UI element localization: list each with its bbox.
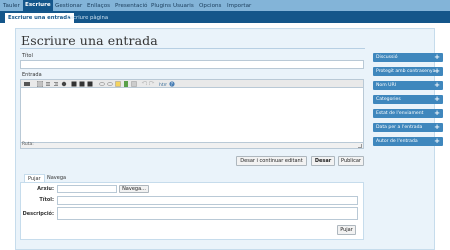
panel-label: Data per a l'entrada (376, 125, 423, 130)
entry-label: Entrada (22, 72, 42, 78)
bold-icon[interactable] (24, 81, 30, 87)
description-input[interactable] (57, 207, 358, 220)
expand-icon[interactable]: + (434, 109, 440, 117)
publish-button[interactable]: Publicar (338, 156, 364, 166)
top-nav: Tauler Escriure Gestionar Enllaços Prese… (0, 0, 450, 11)
panel-label: Estat de l'enviament (376, 111, 424, 116)
post-title-input[interactable] (20, 60, 364, 69)
svg-text:html: html (159, 82, 167, 87)
svg-text:?: ? (171, 82, 173, 87)
nav-item-enllacos[interactable]: Enllaços (85, 1, 112, 11)
code-icon[interactable]: html (159, 81, 167, 87)
expand-icon[interactable]: + (434, 81, 440, 89)
undo-icon[interactable] (141, 81, 147, 87)
bullet-list-icon[interactable] (37, 81, 43, 87)
browse-button[interactable]: Navega... (119, 185, 149, 193)
save-continue-button[interactable]: Desar i continuar editant (236, 156, 307, 166)
panel-label: Categories (376, 97, 401, 102)
blockquote-icon[interactable] (53, 81, 59, 87)
sub-nav: Escriure una entrada Escriure pàgina (0, 11, 450, 23)
resize-handle[interactable] (358, 144, 362, 148)
panel-label: Nom URI (376, 83, 397, 88)
panel-data-entrada[interactable]: Data per a l'entrada + (373, 123, 443, 132)
file-input[interactable] (57, 185, 117, 193)
nav-item-tauler[interactable]: Tauler (1, 1, 22, 11)
title-divider (20, 48, 365, 49)
expand-icon[interactable]: + (434, 137, 440, 145)
tab-navega-totes[interactable]: Navega totes (44, 174, 69, 189)
link-icon[interactable] (99, 81, 105, 87)
panel-estat-enviament[interactable]: Estat de l'enviament + (373, 109, 443, 118)
panel-label: Discussió (376, 55, 398, 60)
redo-icon[interactable] (149, 81, 155, 87)
editor-path-bar: Ruta: (20, 142, 364, 149)
align-left-icon[interactable] (71, 81, 77, 87)
align-center-icon[interactable] (79, 81, 85, 87)
nav-item-gestionar[interactable]: Gestionar (53, 1, 84, 11)
nav-item-presentacio[interactable]: Presentació (113, 1, 149, 11)
panel-autor-entrada[interactable]: Autor de l'entrada + (373, 137, 443, 146)
upload-button[interactable]: Pujar (337, 225, 356, 235)
nav-item-plugins[interactable]: Plugins (149, 1, 173, 11)
align-right-icon[interactable] (87, 81, 93, 87)
upload-title-input[interactable] (57, 196, 358, 205)
nav-item-escriure[interactable]: Escriure (23, 0, 53, 11)
expand-icon[interactable]: + (434, 67, 440, 75)
panel-discussio[interactable]: Discussió + (373, 53, 443, 62)
panel-categories[interactable]: Categories + (373, 95, 443, 104)
expand-icon[interactable]: + (434, 53, 440, 61)
description-label: Descripció: (22, 211, 54, 217)
panel-label: Autor de l'entrada (376, 139, 418, 144)
nav-item-importar[interactable]: Importar (225, 1, 253, 11)
expand-icon[interactable]: + (434, 95, 440, 103)
panel-protegit[interactable]: Protegit amb contrasenya + (373, 67, 443, 76)
strikethrough-icon[interactable] (61, 81, 67, 87)
path-label: Ruta: (22, 142, 34, 147)
unlink-icon[interactable] (107, 81, 113, 87)
editor-toolbar: html ? (20, 79, 364, 88)
numbered-list-icon[interactable] (45, 81, 51, 87)
nav-item-usuaris[interactable]: Usuaris (171, 1, 196, 11)
entry-editor[interactable] (20, 88, 364, 143)
subnav-item-escriure-pagina[interactable]: Escriure pàgina (64, 13, 111, 23)
more-tag-icon[interactable] (123, 81, 129, 87)
upload-title-label: Títol: (39, 197, 54, 203)
spellcheck-icon[interactable] (131, 81, 137, 87)
expand-icon[interactable]: + (434, 123, 440, 131)
nav-item-opcions[interactable]: Opcions (197, 1, 223, 11)
file-label: Arxiu: (37, 186, 54, 192)
panel-label: Protegit amb contrasenya (376, 69, 436, 74)
page-title: Escriure una entrada (21, 33, 158, 48)
title-label: Títol (22, 53, 33, 59)
save-button[interactable]: Desar (311, 156, 335, 166)
image-icon[interactable] (115, 81, 121, 87)
tab-pujar[interactable]: Pujar (24, 174, 45, 182)
help-icon[interactable]: ? (169, 81, 175, 87)
panel-nom-uri[interactable]: Nom URI + (373, 81, 443, 90)
